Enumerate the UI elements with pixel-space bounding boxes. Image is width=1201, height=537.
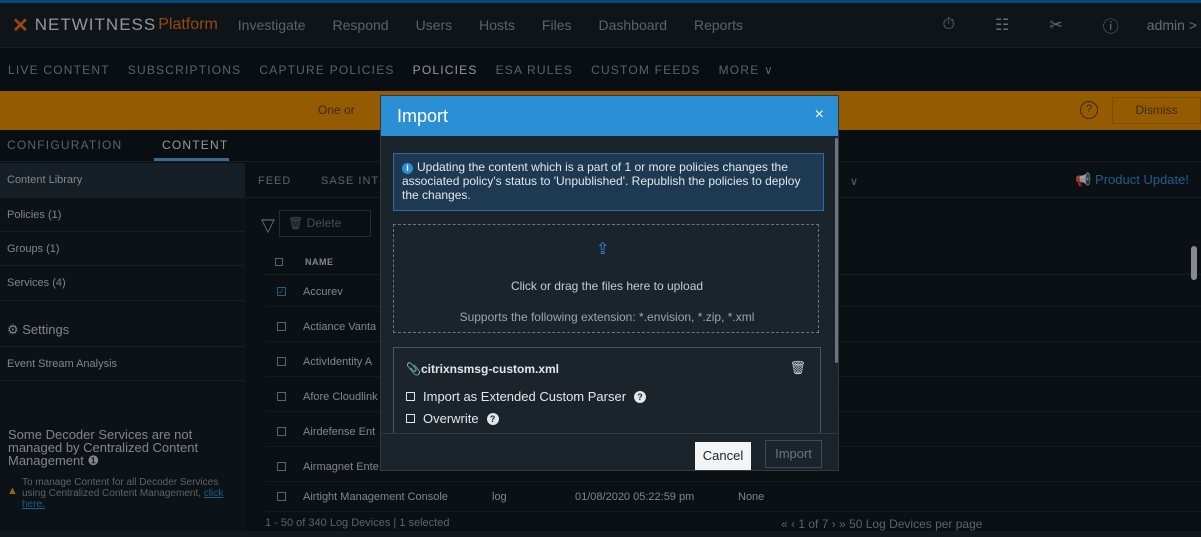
cancel-button[interactable]: Cancel: [695, 442, 751, 470]
dialog-title: Import: [397, 106, 449, 126]
file-name: 📎citrixnsmsg-custom.xml: [406, 362, 559, 376]
upload-icon: ⇪: [596, 241, 610, 258]
import-dialog: Import × i Updating the content which is …: [380, 95, 839, 471]
import-button[interactable]: Import: [765, 440, 822, 468]
extended-parser-checkbox[interactable]: [406, 392, 415, 401]
info-text: Updating the content which is a part of …: [402, 160, 801, 202]
file-name-label: citrixnsmsg-custom.xml: [420, 362, 559, 376]
info-icon: i: [402, 163, 413, 174]
help-icon[interactable]: ?: [486, 412, 499, 425]
selected-file-card: 📎citrixnsmsg-custom.xml 🗑 Import as Exte…: [393, 347, 821, 433]
info-message: i Updating the content which is a part of…: [393, 153, 824, 211]
close-icon[interactable]: ×: [815, 106, 824, 124]
paperclip-icon: 📎: [406, 362, 421, 376]
overwrite-option[interactable]: Overwrite ?: [406, 411, 499, 426]
help-icon[interactable]: ?: [634, 390, 647, 403]
dialog-footer: Cancel Import: [381, 433, 838, 471]
extended-parser-option[interactable]: Import as Extended Custom Parser ?: [406, 389, 647, 404]
dialog-scrollbar[interactable]: [835, 138, 838, 363]
overwrite-label: Overwrite: [423, 411, 479, 426]
dropzone-extensions: Supports the following extension: *.envi…: [459, 310, 755, 324]
dropzone-instruction: Click or drag the files here to upload: [510, 279, 704, 293]
trash-icon[interactable]: 🗑: [789, 360, 806, 376]
upload-dropzone[interactable]: ⇪ Click or drag the files here to upload…: [393, 224, 819, 333]
overwrite-checkbox[interactable]: [406, 414, 415, 423]
extended-parser-label: Import as Extended Custom Parser: [423, 389, 627, 404]
dialog-header: Import ×: [381, 96, 838, 136]
